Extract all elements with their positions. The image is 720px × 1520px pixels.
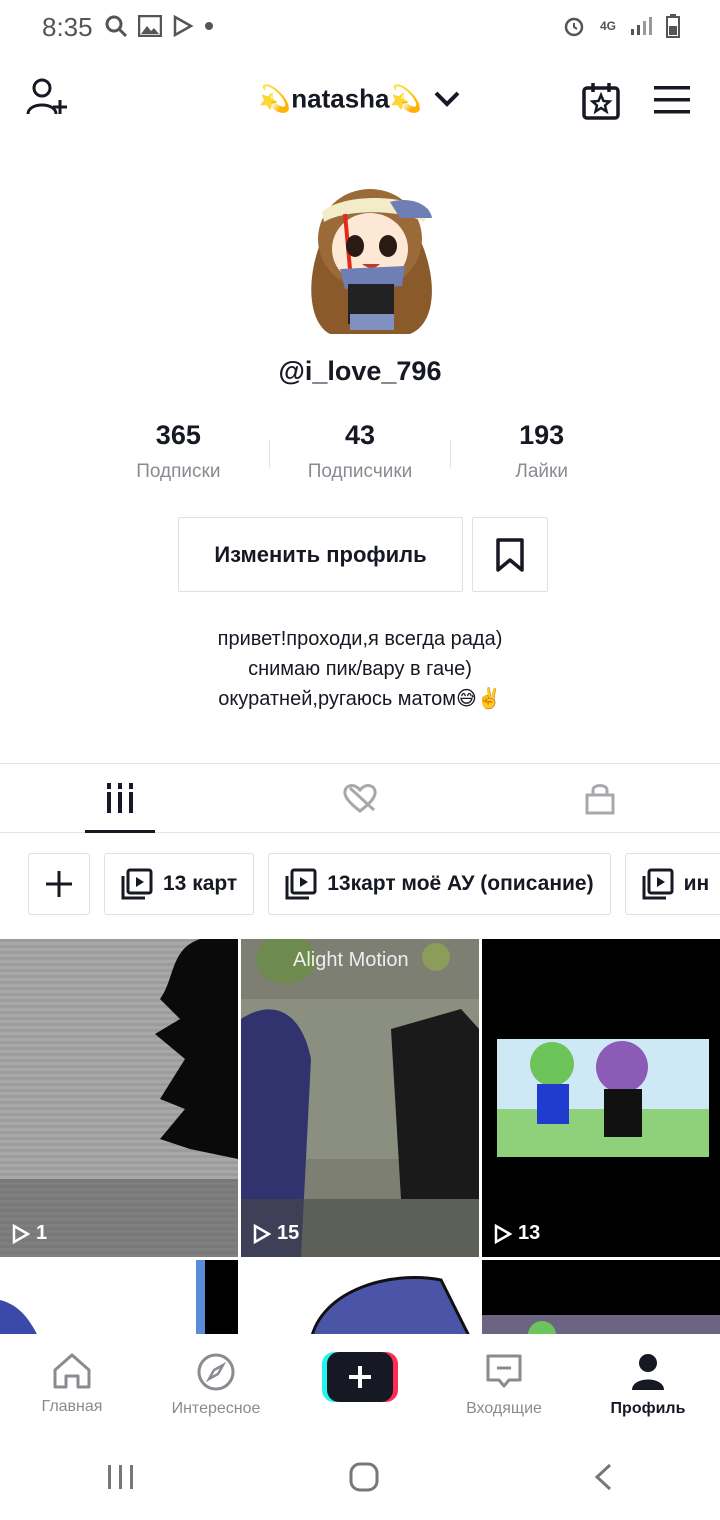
view-count-value: 13: [518, 1222, 541, 1244]
edit-profile-button[interactable]: Изменить профиль: [178, 517, 463, 592]
view-count: 13: [494, 1222, 540, 1245]
video-thumbnail[interactable]: Alight Motion 15: [241, 939, 479, 1257]
network-type: 4G: [599, 19, 616, 33]
nav-label: Главная: [41, 1398, 103, 1415]
home-button-icon[interactable]: [348, 1461, 380, 1493]
playlist-label: 13 карт: [163, 872, 238, 895]
nav-inbox[interactable]: Входящие: [432, 1334, 576, 1434]
heart-hidden-icon: [343, 784, 377, 813]
favorites-button[interactable]: [472, 517, 548, 592]
menu-icon[interactable]: [654, 86, 690, 114]
nav-home[interactable]: Главная: [0, 1334, 144, 1434]
thumbnail-image: [0, 1260, 238, 1340]
add-playlist-button[interactable]: [28, 853, 90, 915]
home-icon: [53, 1353, 91, 1389]
bio-line: окуратней,ругаюсь матом😅✌️: [218, 688, 502, 710]
video-watermark: Alight Motion: [293, 949, 409, 971]
playlist-chip[interactable]: 13карт моё АУ (описание): [268, 853, 611, 915]
nav-discover[interactable]: Интересное: [144, 1334, 288, 1434]
chevron-down-icon: [434, 91, 460, 107]
nav-profile[interactable]: Профиль: [576, 1334, 720, 1434]
view-count: 1: [12, 1222, 47, 1245]
thumbnail-image: [241, 939, 479, 1257]
dot-icon: [205, 22, 213, 30]
playlist-label: 13карт моё АУ (описание): [327, 872, 594, 895]
stat-following-label: Подписки: [136, 461, 221, 482]
playlist-label: ин: [683, 872, 710, 895]
video-thumbnail[interactable]: 1: [0, 939, 238, 1257]
plus-icon: [322, 1352, 398, 1402]
thumbnail-image: [309, 1276, 473, 1340]
gallery-icon: [138, 15, 162, 37]
grid-icon: [107, 783, 133, 813]
tab-liked[interactable]: [240, 764, 480, 832]
bottom-navigation: Главная Интересное Входящие Профиль: [0, 1334, 720, 1434]
profile-icon: [632, 1354, 664, 1390]
avatar[interactable]: [300, 174, 440, 344]
playlist-icon: [121, 868, 153, 900]
playlist-icon: [642, 868, 674, 900]
stat-likes-label: Лайки: [515, 461, 568, 482]
username-emoji-right: 💫: [389, 83, 422, 114]
tab-private[interactable]: [480, 764, 720, 832]
system-navigation: [0, 1434, 720, 1520]
video-thumbnail[interactable]: [0, 1260, 238, 1340]
status-bar: 8:35 4G: [0, 0, 720, 56]
username-emoji-left: 💫: [258, 83, 292, 114]
lock-icon: [585, 784, 615, 815]
stat-following-value: 365: [155, 420, 201, 450]
search-icon: [105, 15, 128, 38]
view-count-value: 15: [277, 1222, 300, 1244]
content-tabs: [0, 763, 720, 833]
profile-bio: привет!проходи,я всегда рада) снимаю пик…: [0, 624, 720, 714]
plus-icon: [46, 871, 72, 897]
stat-followers[interactable]: 43 Подписчики: [270, 420, 451, 490]
thumbnail-image: [0, 939, 238, 1257]
stat-following[interactable]: 365 Подписки: [88, 420, 269, 490]
view-count-value: 1: [36, 1222, 48, 1244]
playlist-chip[interactable]: 13 карт: [104, 853, 255, 915]
username: natasha: [291, 83, 390, 114]
stat-followers-value: 43: [344, 420, 376, 450]
thumbnail-image: [482, 1315, 720, 1340]
play-store-icon: [173, 15, 194, 37]
video-thumbnail[interactable]: [241, 1260, 479, 1340]
profile-handle: @i_love_796: [278, 356, 442, 386]
battery-icon: [666, 14, 680, 38]
stat-likes[interactable]: 193 Лайки: [451, 420, 632, 490]
playlists-row: 13 карт 13карт моё АУ (описание) ин: [28, 853, 720, 915]
play-icon: [253, 1223, 271, 1244]
play-icon: [12, 1223, 30, 1244]
playlist-chip[interactable]: ин: [624, 853, 720, 915]
profile-header: 💫natasha💫: [0, 56, 720, 144]
status-time: 8:35: [42, 12, 93, 42]
view-count: 15: [253, 1222, 299, 1245]
tab-videos[interactable]: [0, 764, 240, 833]
back-icon[interactable]: [592, 1462, 614, 1492]
nav-label: Профиль: [610, 1400, 686, 1417]
nav-create[interactable]: [288, 1334, 432, 1434]
stat-followers-label: Подписчики: [307, 461, 413, 482]
video-thumbnail[interactable]: 13: [482, 939, 720, 1257]
nav-label: Интересное: [171, 1400, 261, 1417]
stat-likes-value: 193: [519, 420, 565, 450]
compass-icon: [197, 1353, 235, 1391]
bookmark-icon: [496, 537, 524, 572]
playlist-icon: [285, 868, 317, 900]
profile-stats: 365 Подписки 43 Подписчики 193 Лайки: [88, 420, 632, 490]
inbox-icon: [486, 1354, 522, 1388]
calendar-star-icon[interactable]: [582, 82, 620, 120]
play-icon: [494, 1223, 512, 1244]
recent-apps-icon[interactable]: [106, 1463, 136, 1491]
signal-icon: [631, 17, 652, 35]
nav-label: Входящие: [466, 1400, 542, 1417]
bio-line: снимаю пик/вару в гаче): [248, 658, 472, 680]
alarm-icon: [564, 17, 584, 37]
thumbnail-image: [497, 1039, 709, 1157]
video-thumbnail[interactable]: [482, 1260, 720, 1340]
bio-line: привет!проходи,я всегда рада): [217, 628, 503, 650]
